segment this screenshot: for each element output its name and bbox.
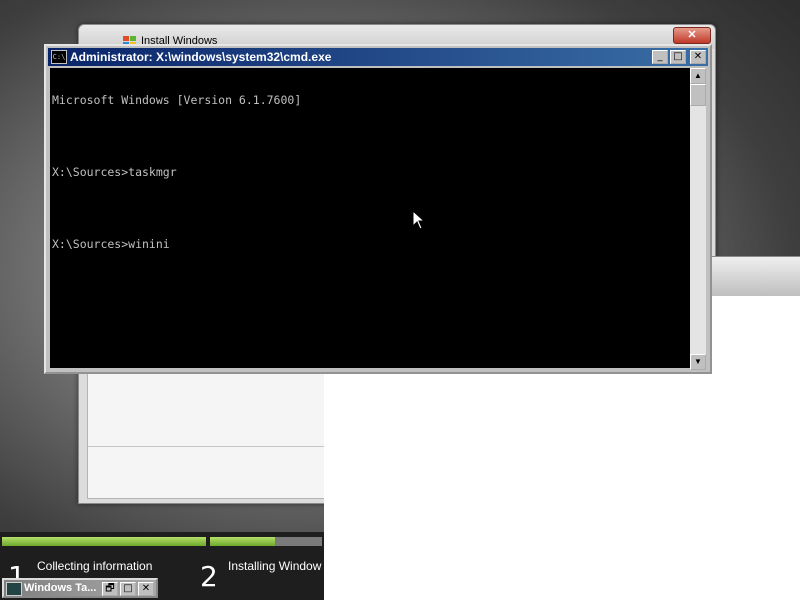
taskmgr-icon bbox=[6, 582, 22, 596]
install-windows-content-panel bbox=[87, 373, 325, 499]
scrollbar-thumb[interactable] bbox=[690, 84, 706, 106]
cmd-minimize-button[interactable]: _ bbox=[652, 50, 668, 64]
console-line: Microsoft Windows [Version 6.1.7600] bbox=[52, 93, 302, 107]
progress-fill-collecting bbox=[2, 537, 206, 546]
cmd-title: Administrator: X:\windows\system32\cmd.e… bbox=[70, 50, 332, 64]
step-label-collecting: Collecting information bbox=[37, 559, 153, 573]
install-content-divider bbox=[88, 446, 324, 447]
cmd-close-button[interactable]: ✕ bbox=[690, 50, 706, 64]
step-number-2: 2 bbox=[200, 560, 218, 593]
scroll-down-arrow-icon[interactable]: ▼ bbox=[690, 354, 706, 370]
cmd-icon[interactable]: C:\ bbox=[51, 50, 67, 64]
scroll-up-arrow-icon[interactable]: ▲ bbox=[690, 68, 706, 84]
cmd-window: C:\ Administrator: X:\windows\system32\c… bbox=[44, 44, 712, 374]
taskmgr-maximize-button[interactable]: □ bbox=[120, 582, 136, 596]
progress-bar-collecting bbox=[2, 537, 206, 546]
console-line: X:\Sources>taskmgr bbox=[52, 165, 177, 179]
cmd-maximize-button[interactable]: □ bbox=[670, 50, 686, 64]
progress-bar-installing bbox=[210, 537, 322, 546]
step-label-installing: Installing Window bbox=[228, 559, 322, 573]
taskmgr-restore-button[interactable]: 🗗 bbox=[102, 582, 118, 596]
mouse-cursor-icon bbox=[412, 210, 426, 230]
install-windows-close-button[interactable]: ✕ bbox=[673, 27, 711, 44]
cmd-console[interactable]: Microsoft Windows [Version 6.1.7600] X:\… bbox=[50, 68, 690, 368]
taskmgr-minimized-window[interactable]: Windows Ta... 🗗 □ ✕ bbox=[2, 578, 158, 598]
progress-fill-installing bbox=[210, 537, 275, 546]
console-line: X:\Sources>winini bbox=[52, 237, 170, 251]
setup-band bbox=[712, 256, 800, 297]
cmd-titlebar[interactable]: C:\ Administrator: X:\windows\system32\c… bbox=[48, 48, 708, 66]
taskmgr-close-button[interactable]: ✕ bbox=[138, 582, 154, 596]
taskmgr-title: Windows Ta... bbox=[24, 582, 97, 594]
cmd-scrollbar[interactable]: ▲ ▼ bbox=[690, 68, 706, 370]
